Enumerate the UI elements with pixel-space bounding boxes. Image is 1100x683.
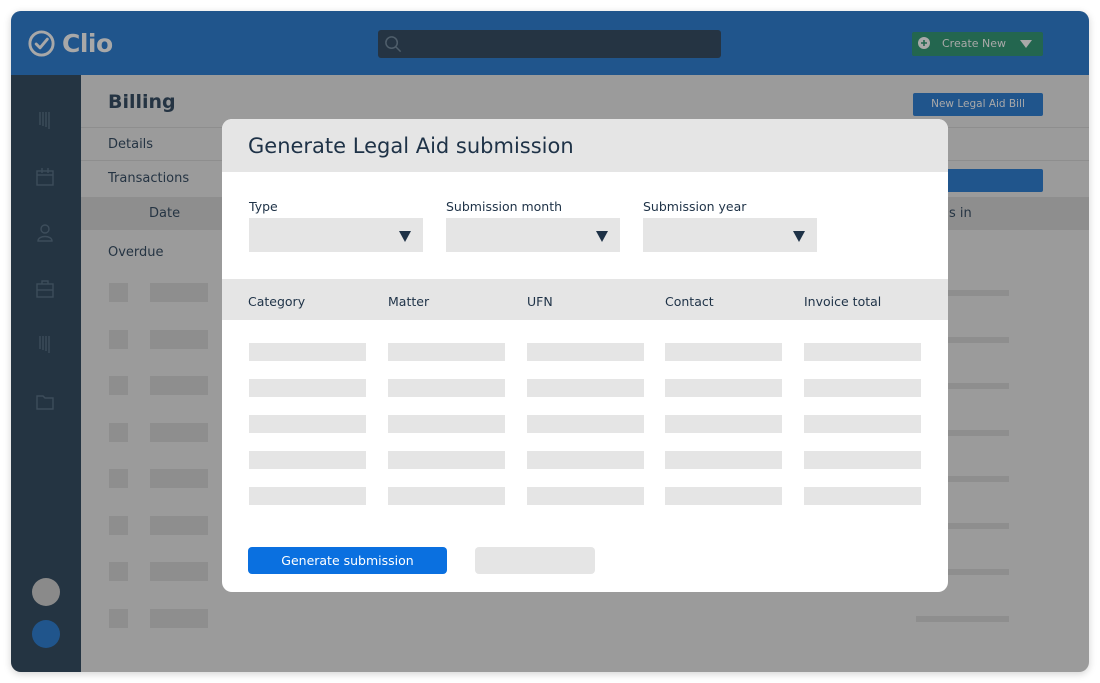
bars-icon[interactable] xyxy=(34,109,56,131)
tab-details[interactable]: Details xyxy=(108,137,153,152)
secondary-button[interactable] xyxy=(475,547,595,574)
row-checkbox xyxy=(109,515,128,535)
submission-month-select[interactable] xyxy=(446,218,620,252)
placeholder-cell xyxy=(249,415,366,433)
column-category: Category xyxy=(248,294,306,309)
row-checkbox xyxy=(109,283,128,302)
row-placeholder xyxy=(150,562,208,581)
row-checkbox xyxy=(109,469,128,488)
briefcase-icon[interactable] xyxy=(34,278,56,300)
status-indicator[interactable] xyxy=(32,620,60,648)
row-placeholder xyxy=(150,376,208,395)
submission-year-label: Submission year xyxy=(643,199,747,214)
top-bar: Clio Create New xyxy=(11,11,1089,75)
plus-circle-icon xyxy=(918,37,930,49)
type-select[interactable] xyxy=(249,218,423,252)
bars-icon[interactable] xyxy=(34,333,56,355)
row-placeholder xyxy=(150,515,208,535)
user-avatar[interactable] xyxy=(32,578,60,606)
search-icon xyxy=(385,36,402,53)
row-placeholder xyxy=(150,469,208,488)
placeholder-cell xyxy=(388,451,505,469)
create-new-label: Create New xyxy=(942,37,1007,50)
row-checkbox xyxy=(109,422,128,442)
caret-down-icon xyxy=(793,231,805,242)
column-date[interactable]: Date xyxy=(149,206,180,221)
row-placeholder xyxy=(150,283,208,302)
new-legal-aid-bill-button[interactable]: New Legal Aid Bill xyxy=(913,93,1043,116)
type-label: Type xyxy=(249,199,278,214)
generate-submission-button[interactable]: Generate submission xyxy=(248,547,447,574)
row-checkbox xyxy=(109,562,128,581)
sidebar xyxy=(11,75,81,672)
placeholder-cell xyxy=(388,379,505,397)
placeholder-cell xyxy=(804,487,921,505)
column-partial: s in xyxy=(949,206,972,221)
placeholder-cell xyxy=(527,343,644,361)
placeholder-cell xyxy=(804,451,921,469)
placeholder-cell xyxy=(388,343,505,361)
folder-icon[interactable] xyxy=(34,391,56,413)
submission-month-label: Submission month xyxy=(446,199,563,214)
placeholder-cell xyxy=(249,451,366,469)
check-circle-icon xyxy=(28,29,55,57)
row-placeholder xyxy=(150,329,208,349)
generate-submission-modal: Generate Legal Aid submission Type Submi… xyxy=(222,119,948,592)
column-contact: Contact xyxy=(665,294,714,309)
placeholder-cell xyxy=(665,379,782,397)
row-checkbox xyxy=(109,608,128,628)
row-checkbox xyxy=(109,376,128,395)
placeholder-cell xyxy=(804,343,921,361)
placeholder-cell xyxy=(665,487,782,505)
placeholder-cell xyxy=(665,343,782,361)
caret-down-icon xyxy=(399,231,411,242)
search-input[interactable] xyxy=(378,30,721,58)
logo[interactable]: Clio xyxy=(27,27,113,59)
create-new-button[interactable]: Create New xyxy=(912,32,1043,56)
row-placeholder xyxy=(150,608,208,628)
app-name: Clio xyxy=(62,28,113,58)
placeholder-cell xyxy=(527,451,644,469)
row-checkbox xyxy=(109,329,128,349)
modal-title: Generate Legal Aid submission xyxy=(248,134,574,158)
placeholder-cell xyxy=(527,487,644,505)
caret-down-icon xyxy=(596,231,608,242)
tab-transactions[interactable]: Transactions xyxy=(108,171,189,186)
placeholder-cell xyxy=(249,379,366,397)
column-matter: Matter xyxy=(388,294,430,309)
submission-year-select[interactable] xyxy=(643,218,817,252)
placeholder-cell xyxy=(388,415,505,433)
row-placeholder xyxy=(150,422,208,442)
column-ufn: UFN xyxy=(527,294,553,309)
placeholder-cell xyxy=(527,415,644,433)
section-overdue: Overdue xyxy=(108,245,164,260)
row-placeholder xyxy=(916,615,1009,622)
placeholder-cell xyxy=(665,451,782,469)
calendar-icon[interactable] xyxy=(34,166,56,188)
placeholder-cell xyxy=(388,487,505,505)
page-title: Billing xyxy=(108,91,176,113)
caret-down-icon[interactable] xyxy=(1020,40,1032,48)
placeholder-cell xyxy=(665,415,782,433)
placeholder-cell xyxy=(527,379,644,397)
placeholder-cell xyxy=(249,487,366,505)
placeholder-cell xyxy=(249,343,366,361)
modal-header: Generate Legal Aid submission xyxy=(222,119,948,172)
placeholder-cell xyxy=(804,379,921,397)
placeholder-cell xyxy=(804,415,921,433)
column-invoice-total: Invoice total xyxy=(804,294,882,309)
app-window: Clio Create New Billing New Legal Aid Bi… xyxy=(11,11,1089,672)
person-icon[interactable] xyxy=(34,222,56,244)
